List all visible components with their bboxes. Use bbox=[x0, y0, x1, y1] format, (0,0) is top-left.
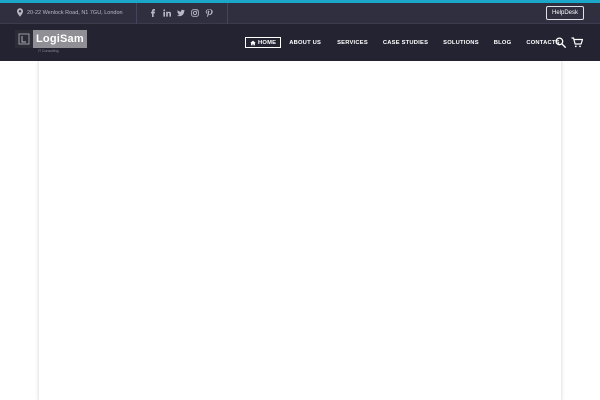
main-content-area bbox=[38, 61, 562, 400]
instagram-icon[interactable] bbox=[190, 7, 199, 19]
map-pin-icon bbox=[17, 8, 23, 17]
address-text: 20-22 Wenlock Road, N1 7GU, London bbox=[27, 9, 123, 16]
topbar-divider bbox=[136, 3, 137, 24]
logo-text: LogiSam bbox=[36, 33, 84, 45]
facebook-icon[interactable] bbox=[148, 7, 157, 19]
home-icon bbox=[250, 40, 256, 45]
top-bar: 20-22 Wenlock Road, N1 7GU, London HelpD… bbox=[0, 3, 600, 24]
logo-tagline: IT Consulting bbox=[38, 49, 59, 53]
menu-item-about-us[interactable]: ABOUT US bbox=[289, 40, 321, 46]
menu-item-home[interactable]: HOME bbox=[245, 37, 282, 48]
pinterest-icon[interactable] bbox=[204, 7, 213, 19]
cart-icon[interactable] bbox=[571, 37, 583, 48]
twitter-icon[interactable] bbox=[176, 7, 185, 19]
topbar-divider bbox=[227, 3, 228, 24]
social-links bbox=[148, 7, 213, 19]
helpdesk-button[interactable]: HelpDesk bbox=[546, 6, 584, 20]
main-menu: HOME ABOUT US SERVICES CASE STUDIES SOLU… bbox=[245, 37, 560, 48]
menu-item-blog[interactable]: BLOG bbox=[494, 40, 512, 46]
logo[interactable]: LogiSam bbox=[15, 30, 87, 48]
search-icon[interactable] bbox=[555, 37, 566, 48]
menu-item-services[interactable]: SERVICES bbox=[337, 40, 368, 46]
logo-mark-icon bbox=[15, 30, 33, 48]
menu-item-case-studies[interactable]: CASE STUDIES bbox=[383, 40, 428, 46]
menu-item-solutions[interactable]: SOLUTIONS bbox=[443, 40, 479, 46]
main-navbar: LogiSam IT Consulting HOME ABOUT US SERV… bbox=[0, 24, 600, 61]
linkedin-icon[interactable] bbox=[162, 7, 171, 19]
address: 20-22 Wenlock Road, N1 7GU, London bbox=[17, 8, 123, 17]
menu-item-label: HOME bbox=[258, 39, 277, 46]
